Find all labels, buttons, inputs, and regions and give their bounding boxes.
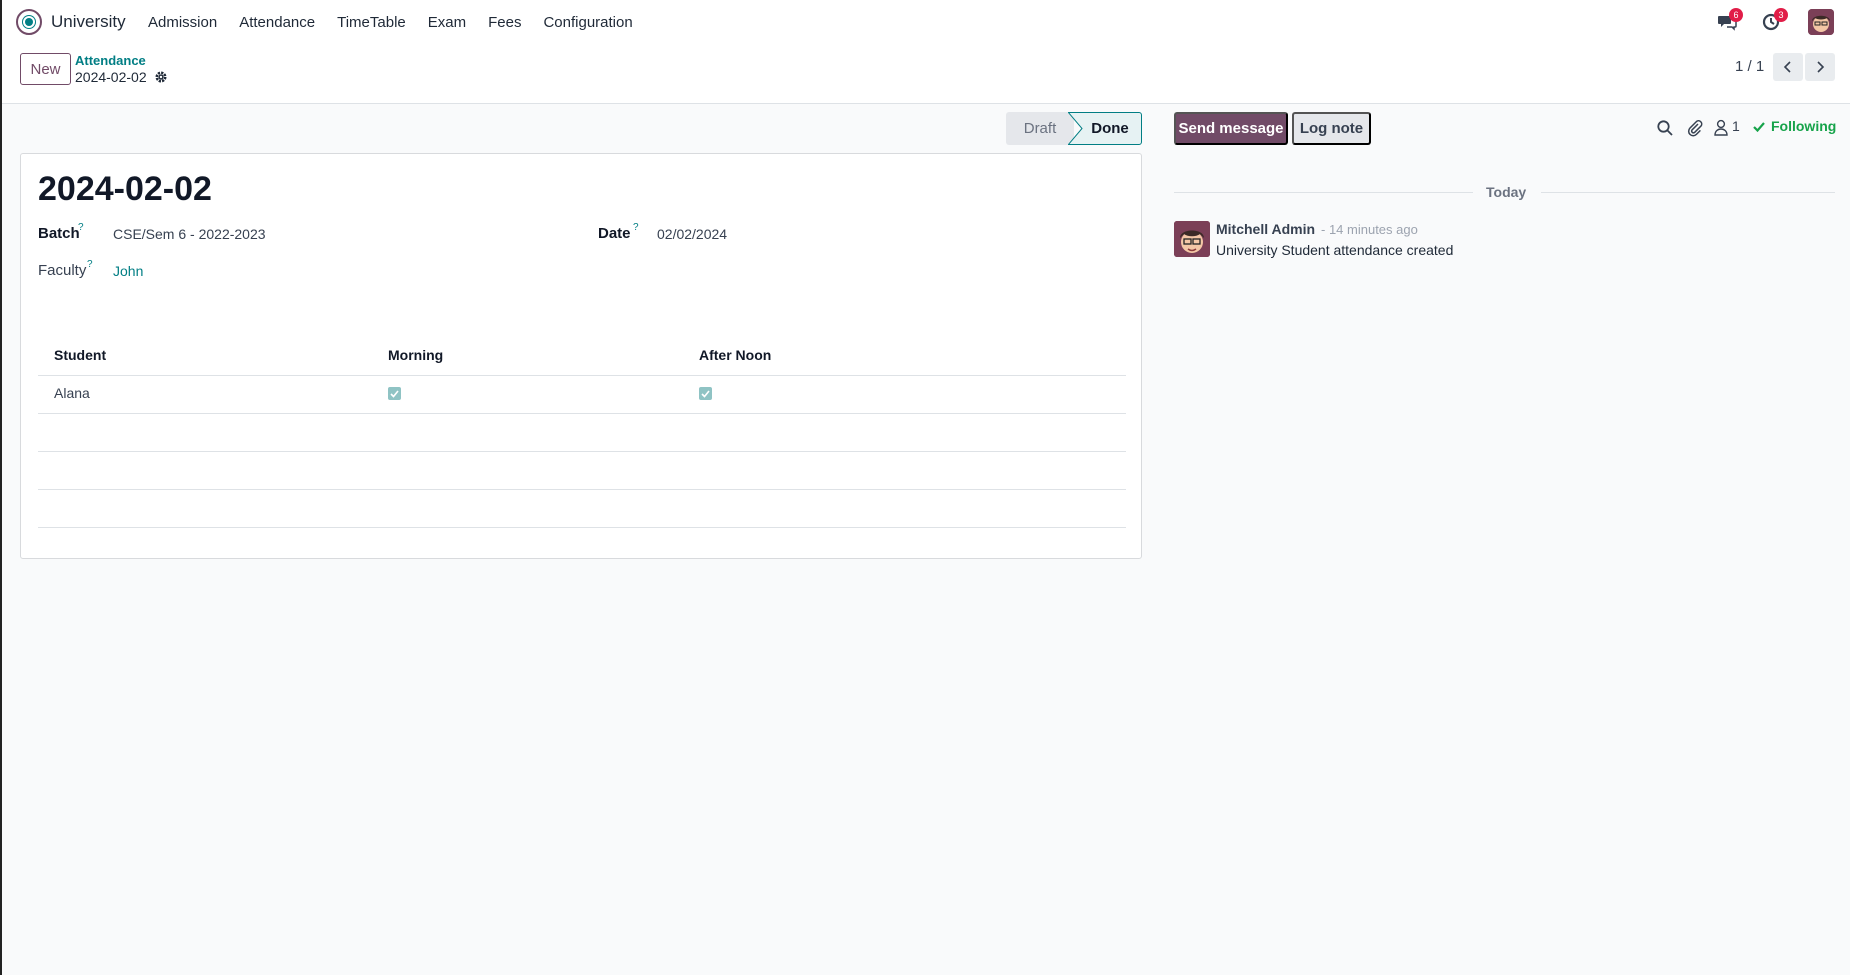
status-arrow-edge [1068, 112, 1083, 145]
send-message-button[interactable]: Send message [1174, 112, 1288, 145]
message-body: University Student attendance created [1216, 242, 1454, 258]
message-author-avatar[interactable] [1174, 221, 1210, 257]
table-row-divider [38, 527, 1126, 528]
table-row-divider [38, 489, 1126, 490]
batch-help-icon[interactable]: ? [78, 222, 84, 233]
message-timestamp: - 14 minutes ago [1321, 222, 1418, 237]
following-toggle[interactable]: Following [1771, 118, 1836, 134]
breadcrumb-current: 2024-02-02 [75, 69, 147, 85]
pager-value[interactable]: 1 / 1 [1735, 58, 1764, 75]
date-separator-label: Today [1486, 184, 1527, 200]
faculty-help-icon[interactable]: ? [87, 259, 93, 270]
afternoon-checkbox[interactable] [699, 387, 712, 400]
menu-item-admission[interactable]: Admission [148, 14, 217, 31]
user-avatar[interactable] [1808, 9, 1834, 35]
followers-count[interactable]: 1 [1732, 118, 1740, 134]
batch-label: Batch [38, 225, 80, 242]
menu-item-exam[interactable]: Exam [428, 14, 466, 31]
table-cell-student[interactable]: Alana [54, 385, 90, 401]
menu-item-timetable[interactable]: TimeTable [337, 14, 406, 31]
faculty-value-link[interactable]: John [113, 263, 143, 279]
chevron-right-icon [1817, 61, 1825, 73]
app-name[interactable]: University [51, 12, 126, 32]
pager-previous-button[interactable] [1773, 53, 1803, 81]
menu-item-fees[interactable]: Fees [488, 14, 521, 31]
pager-next-button[interactable] [1805, 53, 1835, 81]
search-icon[interactable] [1656, 119, 1674, 137]
table-header-divider [38, 375, 1126, 376]
date-help-icon[interactable]: ? [633, 222, 639, 233]
status-draft-button[interactable]: Draft [1006, 112, 1074, 145]
menu-item-configuration[interactable]: Configuration [543, 14, 632, 31]
morning-checkbox[interactable] [388, 387, 401, 400]
main-menu: Admission Attendance TimeTable Exam Fees… [148, 14, 655, 31]
batch-value[interactable]: CSE/Sem 6 - 2022-2023 [113, 226, 266, 242]
record-title: 2024-02-02 [38, 170, 212, 208]
gear-icon[interactable] [154, 70, 168, 84]
table-row-divider [38, 413, 1126, 414]
activities-clock-icon[interactable]: 3 [1762, 8, 1788, 32]
date-separator-line [1541, 192, 1835, 193]
log-note-button[interactable]: Log note [1292, 112, 1371, 145]
check-icon [1752, 120, 1766, 138]
date-separator-line [1174, 192, 1473, 193]
column-header-afternoon[interactable]: After Noon [699, 347, 771, 363]
top-navbar: University Admission Attendance TimeTabl… [2, 0, 1850, 44]
date-label: Date [598, 225, 631, 242]
user-icon[interactable] [1714, 119, 1728, 137]
messages-badge: 6 [1729, 8, 1743, 22]
column-header-morning[interactable]: Morning [388, 347, 443, 363]
breadcrumb-parent-link[interactable]: Attendance [75, 53, 146, 68]
control-panel: New Attendance 2024-02-02 1 / 1 [2, 44, 1850, 104]
menu-item-attendance[interactable]: Attendance [239, 14, 315, 31]
form-sheet: 2024-02-02 Batch ? CSE/Sem 6 - 2022-2023… [20, 153, 1142, 559]
faculty-label: Faculty [38, 262, 87, 279]
new-button[interactable]: New [20, 53, 71, 85]
column-header-student[interactable]: Student [54, 347, 106, 363]
paperclip-icon[interactable] [1686, 119, 1704, 137]
messages-icon[interactable]: 6 [1717, 8, 1743, 32]
activities-badge: 3 [1774, 8, 1788, 22]
message-author[interactable]: Mitchell Admin [1216, 221, 1315, 237]
date-value[interactable]: 02/02/2024 [657, 226, 727, 242]
app-logo-icon[interactable] [16, 9, 42, 35]
chevron-left-icon [1783, 61, 1791, 73]
table-row-divider [38, 451, 1126, 452]
